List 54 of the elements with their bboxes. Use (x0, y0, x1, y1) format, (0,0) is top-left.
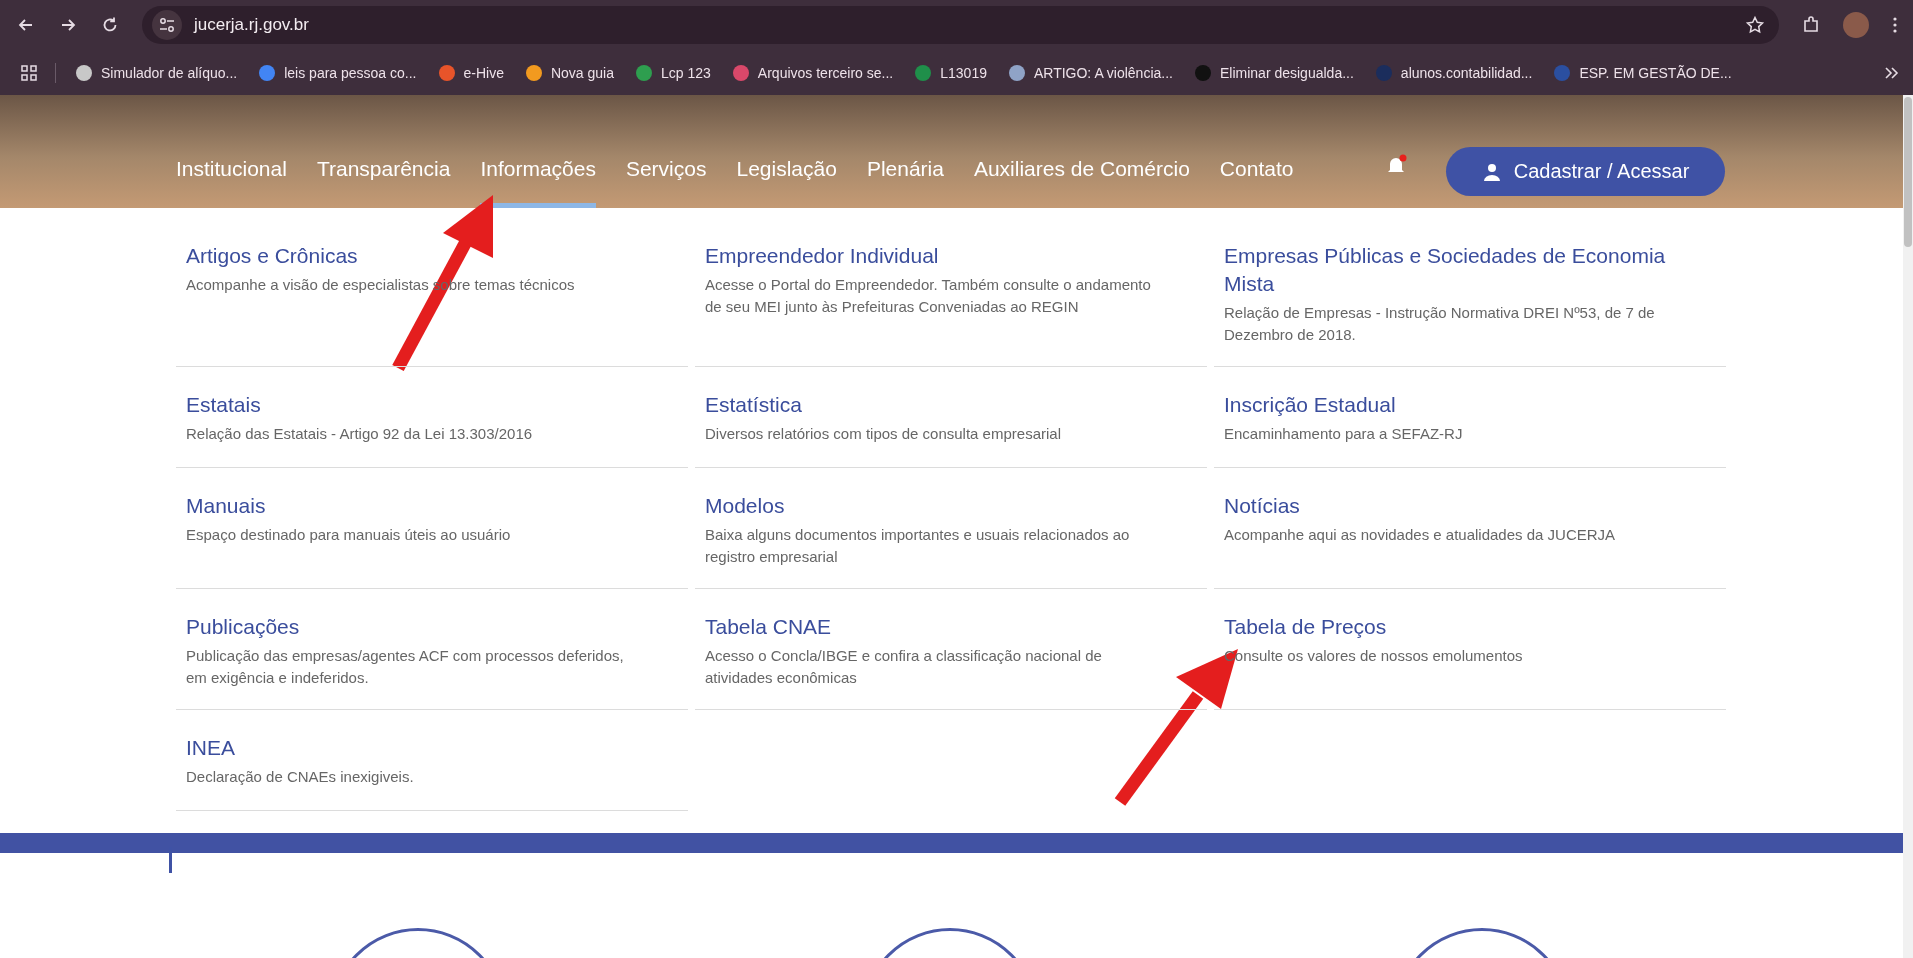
menu-card[interactable]: Estatística Diversos relatórios com tipos de consulta empresarial (695, 367, 1207, 468)
menu-title[interactable]: Artigos e Crônicas (186, 242, 648, 270)
star-icon[interactable] (1745, 15, 1765, 35)
menu-title[interactable]: Tabela de Preços (1224, 613, 1686, 641)
menu-description: Acesse o Portal do Empreendedor. Também consulte o andamento de seu MEI junto às Prefeituras Conveniadas ao REGIN (705, 275, 1152, 317)
address-bar[interactable]: jucerja.rj.gov.br (142, 6, 1779, 44)
menu-description: Declaração de CNAEs inexigiveis. (186, 767, 415, 787)
menu-title[interactable]: Manuais (186, 492, 648, 520)
menu-card[interactable]: Estatais Relação das Estatais - Artigo 92 da Lei 13.303/2016 (176, 367, 688, 468)
menu-description: Acompanhe aqui as novidades e atualidades da JUCERJA (1224, 525, 1617, 545)
menu-description: Publicação das empresas/agentes ACF com processos deferidos, em exigência e indeferidos. (186, 646, 625, 688)
menu-description: Relação das Estatais - Artigo 92 da Lei 13.303/2016 (186, 424, 534, 444)
apps-grid-icon[interactable] (19, 62, 39, 83)
bookmark[interactable]: Lcp 123 (636, 64, 711, 81)
menu-card[interactable]: Empreendedor Individual Acesse o Portal do Empreendedor. Também consulte o andamento de seu MEI junto às Prefeituras Conveniadas ao REGIN (695, 218, 1207, 367)
account-button[interactable]: Cadastrar / Acessar (1446, 147, 1725, 196)
menu-card[interactable]: Empresas Públicas e Sociedades de Economia Mista Relação de Empresas - Instrução Normativa DREI Nº53, de 7 de Dezembro de 2018. (1214, 218, 1726, 367)
menu-card[interactable]: Manuais Espaço destinado para manuais úteis ao usuário (176, 468, 688, 589)
menu-description: Baixa alguns documentos importantes e usuais relacionados ao registro empresarial (705, 525, 1131, 567)
menu-title[interactable]: INEA (186, 734, 648, 762)
menu-title[interactable]: Publicações (186, 613, 648, 641)
bookmark[interactable]: Eliminar desigualda... (1195, 64, 1354, 81)
menu-title[interactable]: Empreendedor Individual (705, 242, 1167, 270)
bookmark[interactable]: alunos.contabilidad... (1375, 64, 1533, 81)
menu-title[interactable]: Inscrição Estadual (1224, 391, 1686, 419)
bookmark[interactable]: Nova guia (525, 64, 614, 81)
menu-title[interactable]: Empresas Públicas e Sociedades de Economia Mista (1224, 242, 1686, 298)
menu-title[interactable]: Estatística (705, 391, 1167, 419)
bookmark[interactable]: L13019 (915, 64, 987, 81)
menu-description: Espaço destinado para manuais úteis ao usuário (186, 525, 512, 545)
site-settings-icon[interactable] (152, 10, 182, 40)
bookmark[interactable]: Simulador de alíquo... (76, 64, 238, 81)
menu-title[interactable]: Modelos (705, 492, 1167, 520)
extensions-icon[interactable] (1801, 15, 1821, 35)
menu-title[interactable]: Tabela CNAE (705, 613, 1167, 641)
menu-card[interactable]: Publicações Publicação das empresas/agentes ACF com processos deferidos, em exigência e indeferidos. (176, 589, 688, 710)
bookmark[interactable]: leis para pessoa co... (259, 64, 417, 81)
menu-card[interactable]: Notícias Acompanhe aqui as novidades e atualidades da JUCERJA (1214, 468, 1726, 589)
bookmark[interactable]: ARTIGO: A violência... (1008, 64, 1173, 81)
menu-description: Relação de Empresas - Instrução Normativa DREI Nº53, de 7 de Dezembro de 2018. (1224, 303, 1656, 345)
menu-card[interactable]: Inscrição Estadual Encaminhamento para a SEFAZ-RJ (1214, 367, 1726, 468)
scrollbar[interactable] (1903, 95, 1913, 958)
menu-title[interactable]: Estatais (186, 391, 648, 419)
menu-icon[interactable] (1891, 15, 1899, 35)
menu-description: Acesso o Concla/IBGE e confira a classificação nacional de atividades econômicas (705, 646, 1103, 688)
menu-description: Encaminhamento para a SEFAZ-RJ (1224, 424, 1464, 444)
bookmark[interactable]: ESP. EM GESTÃO DE... (1554, 64, 1732, 81)
bookmark[interactable]: Arquivos terceiro se... (732, 64, 894, 81)
bookmark[interactable]: e-Hive (438, 64, 504, 81)
user-icon (1481, 161, 1502, 182)
menu-description: Diversos relatórios com tipos de consulta empresarial (705, 424, 1062, 444)
menu-card[interactable]: INEA Declaração de CNAEs inexigiveis. (176, 710, 688, 811)
menu-title[interactable]: Notícias (1224, 492, 1686, 520)
menu-card[interactable]: Modelos Baixa alguns documentos importantes e usuais relacionados ao registro empresarial (695, 468, 1207, 589)
